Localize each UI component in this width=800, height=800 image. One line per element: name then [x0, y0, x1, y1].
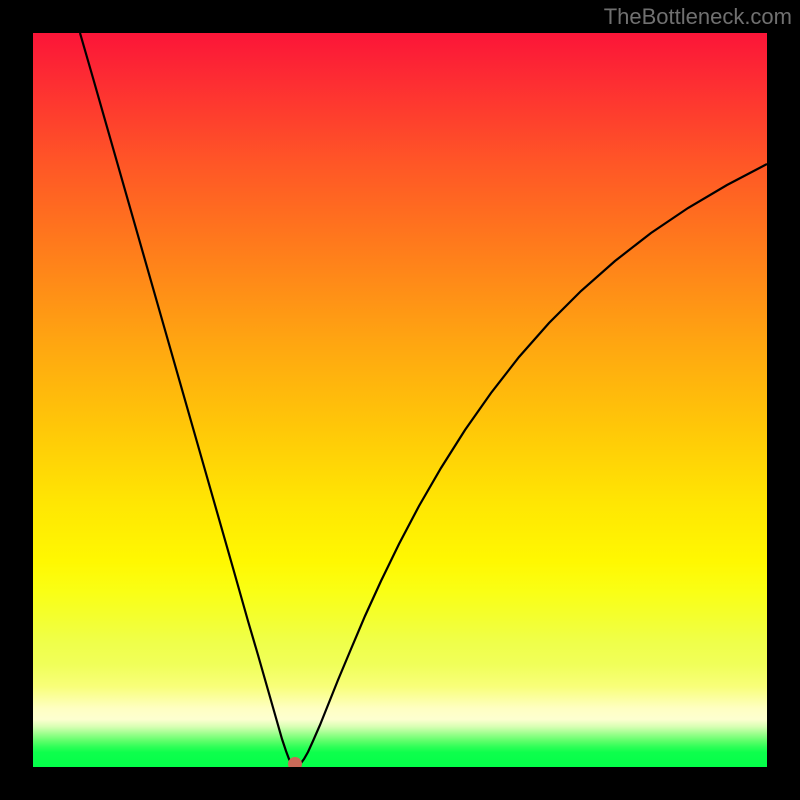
chart-svg — [33, 33, 767, 767]
optimum-marker — [288, 757, 302, 767]
bottleneck-curve — [80, 33, 767, 766]
plot-gradient-background — [33, 33, 767, 767]
watermark-text: TheBottleneck.com — [604, 4, 792, 30]
